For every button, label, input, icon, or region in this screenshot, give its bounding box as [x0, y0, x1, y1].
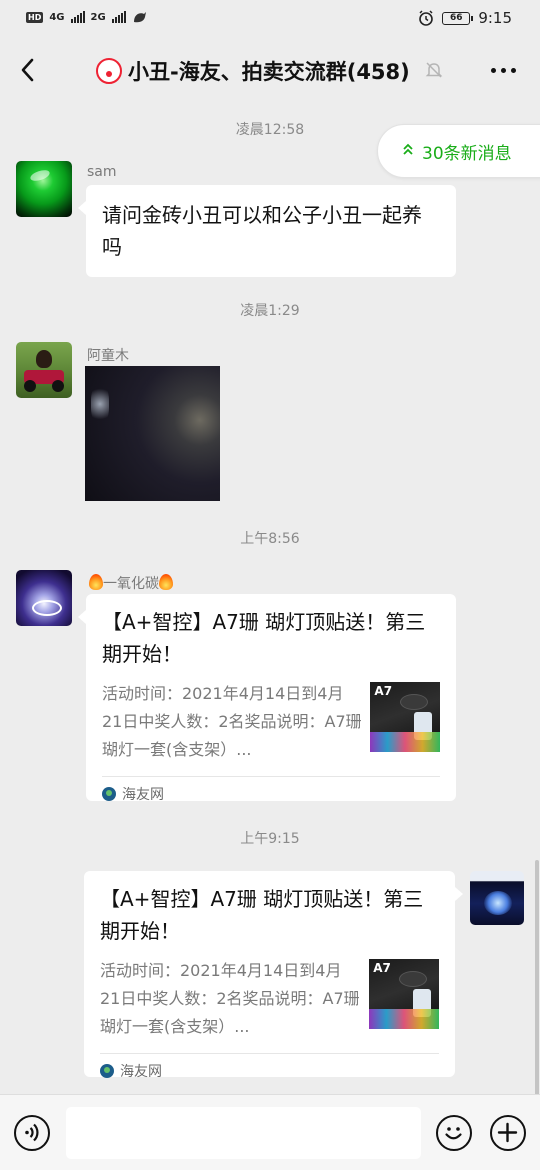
card-description: 活动时间：2021年4月14日到4月21日中奖人数：2名奖品说明：A7珊瑚灯一套… [100, 961, 360, 1036]
flame-icon [89, 574, 103, 590]
thumb-label: A7 [373, 961, 391, 975]
status-bar: HD 4G 2G 66 9:15 [0, 0, 540, 38]
card-body: 活动时间：2021年4月14日到4月21日中奖人数：2名奖品说明：A7珊瑚灯一套… [102, 680, 440, 764]
voice-button[interactable] [14, 1115, 50, 1151]
card-footer: 海友网 [100, 1053, 439, 1087]
new-messages-label: 30条新消息 [422, 143, 512, 164]
card-source: 海友网 [122, 786, 164, 803]
source-logo-icon [102, 786, 116, 801]
mute-bell-icon [424, 60, 444, 80]
signal-icon [70, 11, 85, 23]
thumb-label: A7 [374, 684, 393, 698]
image-message[interactable] [85, 366, 220, 501]
clown-emoji-icon [96, 58, 122, 84]
timestamp: 凌晨1:29 [240, 303, 300, 319]
more-options-button[interactable] [486, 60, 520, 80]
plus-icon [497, 1122, 518, 1143]
emoji-icon [445, 1127, 462, 1140]
plus-button[interactable] [490, 1115, 526, 1151]
status-left: HD 4G 2G [26, 10, 148, 24]
avatar[interactable] [16, 570, 72, 626]
text-message-bubble[interactable]: 请问金砖小丑可以和公子小丑一起养吗 [78, 185, 456, 277]
card-body: 活动时间：2021年4月14日到4月21日中奖人数：2名奖品说明：A7珊瑚灯一套… [100, 957, 439, 1041]
card-thumbnail: A7 [370, 682, 440, 752]
card-description: 活动时间：2021年4月14日到4月21日中奖人数：2名奖品说明：A7珊瑚灯一套… [102, 684, 362, 759]
clock-time: 9:15 [478, 9, 512, 27]
double-chevron-up-icon [402, 143, 414, 159]
card-footer: 海友网 [102, 776, 440, 810]
card-title: 【A+智控】A7珊 瑚灯顶贴送！第三期开始！ [100, 887, 424, 943]
flame-icon [159, 574, 173, 590]
network-4g-label: 4G [49, 11, 65, 23]
card-thumbnail: A7 [369, 959, 439, 1029]
timestamp: 上午9:15 [240, 831, 300, 847]
sender-name: 一氧化碳 [103, 576, 159, 592]
alarm-icon [419, 10, 434, 26]
avatar[interactable] [16, 342, 72, 398]
back-arrow-icon [21, 58, 34, 82]
hd-badge: HD [26, 11, 44, 23]
link-card[interactable]: 【A+智控】A7珊 瑚灯顶贴送！第三期开始！ 活动时间：2021年4月14日到4… [78, 594, 456, 803]
sender-name: sam [87, 164, 117, 180]
signal-icon-2 [111, 11, 126, 23]
battery-icon: 66 [442, 11, 474, 25]
back-button[interactable] [14, 54, 44, 86]
chat-title: 小丑-海友、拍卖交流群(458) [128, 60, 410, 84]
avatar[interactable] [470, 871, 524, 925]
message-text: 请问金砖小丑可以和公子小丑一起养吗 [102, 203, 422, 259]
card-source: 海友网 [120, 1063, 162, 1080]
message-input[interactable] [66, 1107, 421, 1159]
more-dots-icon [490, 67, 516, 73]
scrollbar[interactable] [535, 860, 539, 1096]
timestamp: 上午8:56 [240, 531, 300, 547]
source-logo-icon [100, 1063, 114, 1078]
chat-header: 小丑-海友、拍卖交流群(458) [0, 38, 540, 102]
title-wrap: 小丑-海友、拍卖交流群(458) [96, 56, 410, 86]
avatar[interactable] [16, 161, 72, 217]
sender-name-row: 一氧化碳 [89, 573, 173, 593]
input-bar [0, 1094, 540, 1170]
network-2g-label: 2G [90, 11, 106, 23]
status-right: 66 9:15 [418, 9, 512, 27]
emoji-button[interactable] [436, 1115, 472, 1151]
notification-icon [133, 12, 146, 23]
voice-icon [25, 1123, 39, 1142]
timestamp: 凌晨12:58 [235, 122, 305, 138]
sender-name: 阿童木 [87, 348, 129, 364]
card-title: 【A+智控】A7珊 瑚灯顶贴送！第三期开始！ [102, 610, 426, 666]
link-card[interactable]: 【A+智控】A7珊 瑚灯顶贴送！第三期开始！ 活动时间：2021年4月14日到4… [84, 871, 463, 1080]
